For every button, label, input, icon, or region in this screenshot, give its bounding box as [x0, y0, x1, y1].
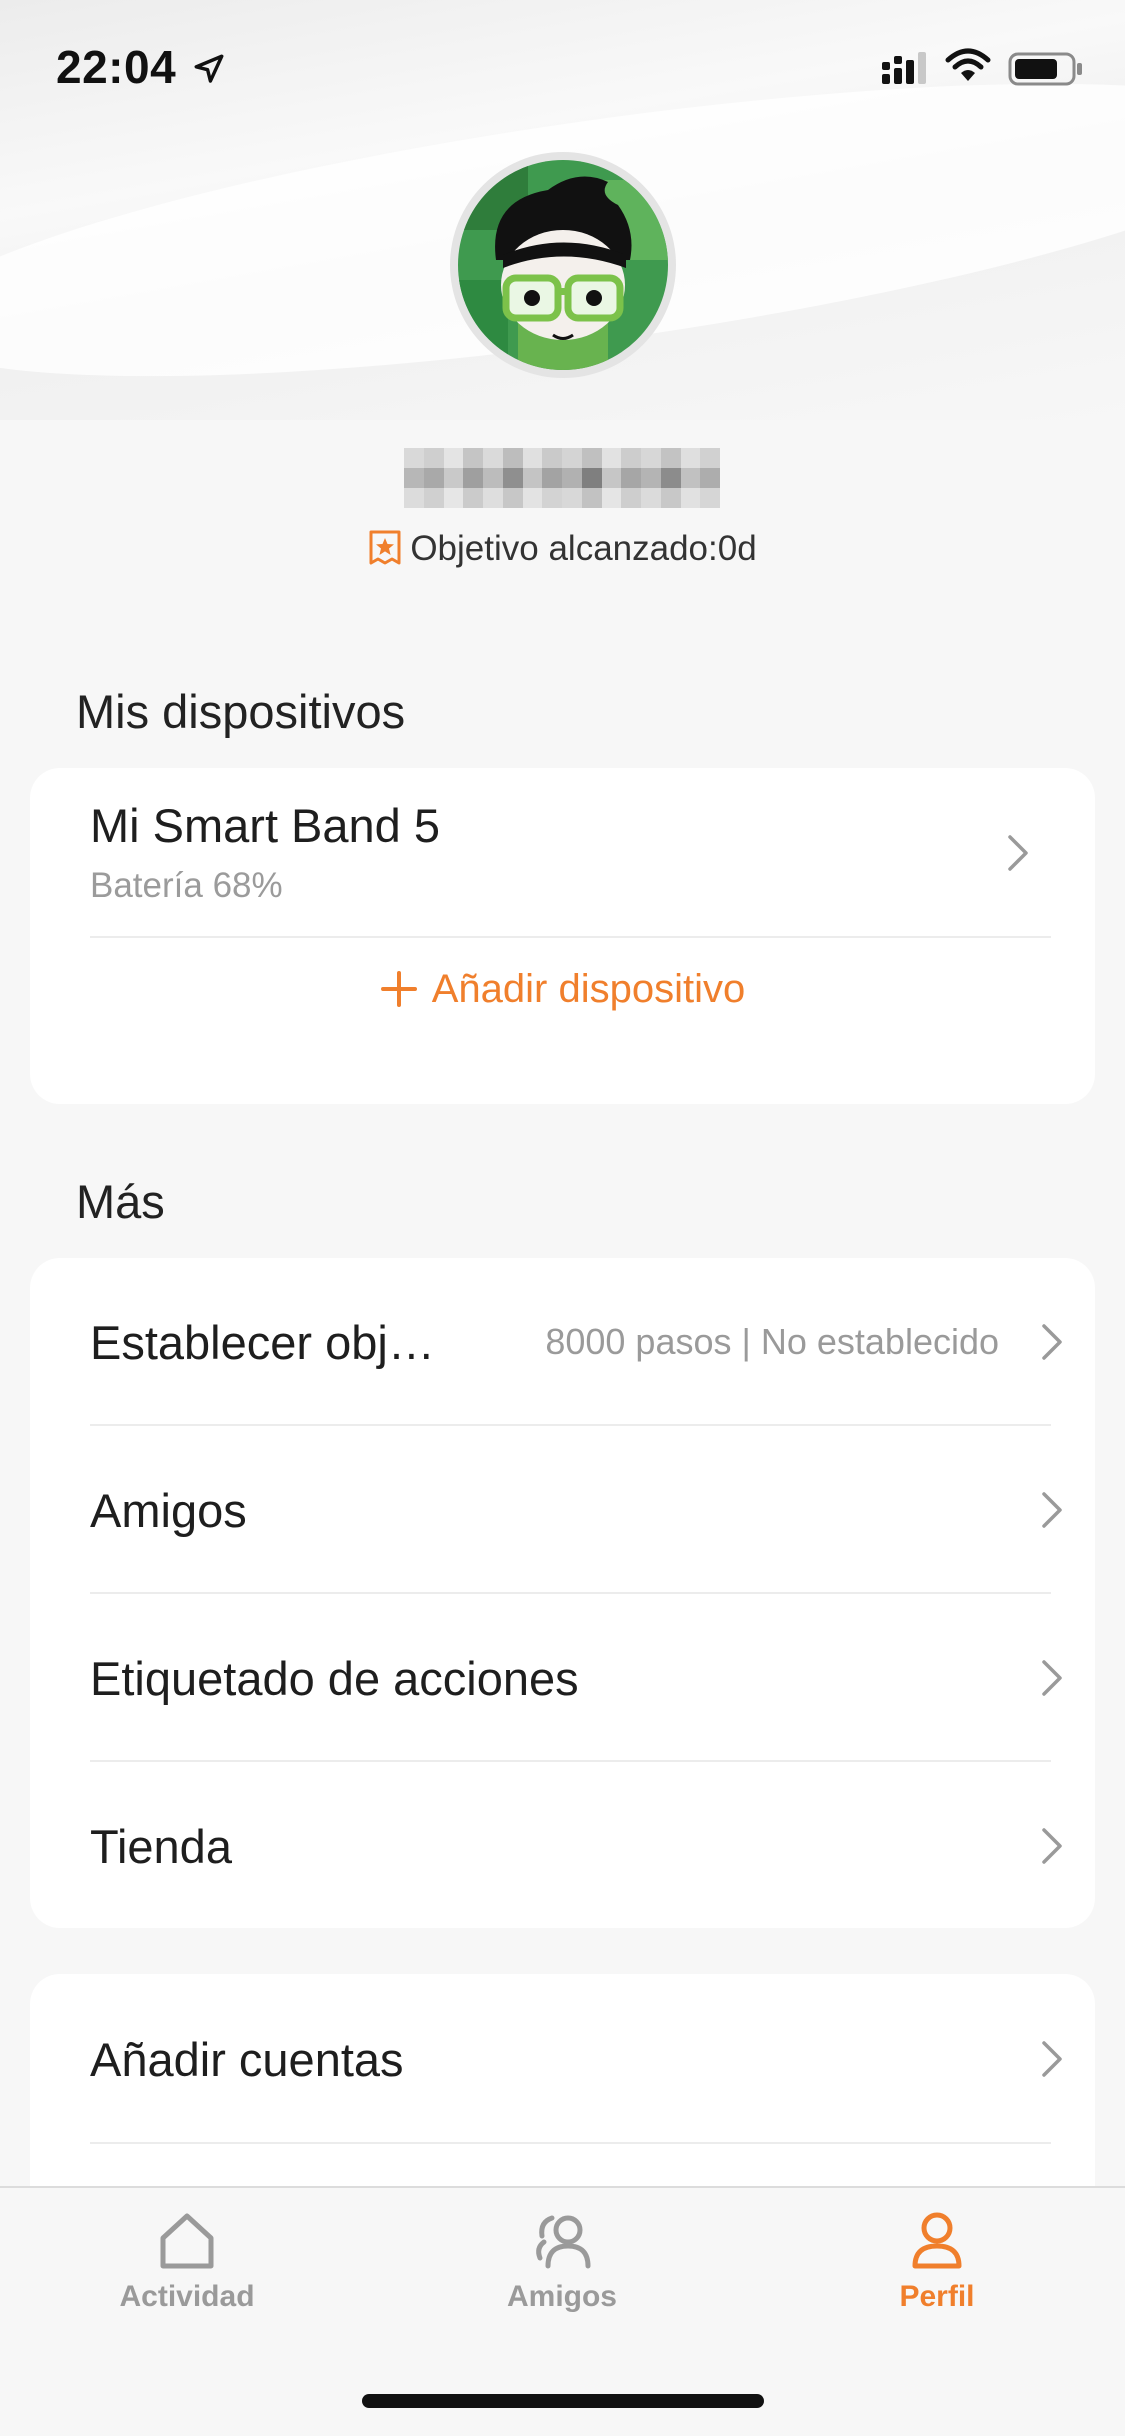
tab-friends-label: Amigos [506, 2280, 617, 2313]
chevron-right-icon [1042, 1492, 1062, 1528]
action-labeling-label: Etiquetado de acciones [90, 1651, 579, 1705]
store-label: Tienda [90, 1819, 232, 1873]
battery-icon [1008, 52, 1082, 86]
set-goal-label: Establecer obj… [90, 1315, 435, 1369]
add-accounts-label: Añadir cuentas [90, 2032, 404, 2086]
friends-row[interactable]: Amigos [90, 1426, 1065, 1594]
set-goal-row[interactable]: Establecer obj… 8000 pasos | No establec… [90, 1258, 1065, 1426]
home-indicator [362, 2394, 764, 2408]
set-goal-value: 8000 pasos | No establecido [545, 1321, 999, 1362]
goal-badge-icon [369, 530, 401, 565]
divider [90, 2142, 1051, 2144]
avatar[interactable] [450, 152, 676, 378]
chevron-right-icon [1042, 2041, 1062, 2077]
profile-icon [912, 2212, 962, 2269]
devices-section-title: Mis dispositivos [76, 685, 406, 738]
status-bar: 22:04 [0, 0, 1125, 140]
avatar-image [458, 160, 668, 370]
add-device-label: Añadir dispositivo [431, 966, 746, 1011]
goal-achieved-text: Objetivo alcanzado:0d [410, 529, 757, 568]
wifi-icon [945, 48, 991, 81]
friends-icon [536, 2215, 591, 2269]
username-obscured [404, 448, 720, 508]
devices-card: Mi Smart Band 5 Batería 68% Añadir dispo… [30, 768, 1095, 1104]
tab-activity[interactable]: Actividad [87, 2208, 287, 2328]
divider [90, 936, 1051, 938]
friends-label: Amigos [90, 1483, 247, 1537]
device-name: Mi Smart Band 5 [90, 799, 441, 852]
chevron-right-icon [1042, 1828, 1062, 1864]
location-arrow-icon [194, 54, 224, 83]
more-card: Establecer obj… 8000 pasos | No establec… [30, 1258, 1095, 1928]
tab-activity-label: Actividad [119, 2280, 255, 2313]
profile-screen: 22:04 Objetivo alcanzado:0d Mis disposit… [0, 0, 1125, 2436]
more-section-title: Más [76, 1175, 165, 1228]
chevron-right-icon [1042, 1324, 1062, 1360]
signal-icon [882, 52, 926, 84]
tab-friends[interactable]: Amigos [462, 2208, 662, 2328]
chevron-right-icon [1042, 1660, 1062, 1696]
chevron-right-icon [1008, 835, 1028, 871]
add-accounts-row[interactable]: Añadir cuentas [90, 1974, 1065, 2144]
status-time: 22:04 [56, 41, 177, 93]
plus-icon [380, 971, 417, 1007]
device-battery: Batería 68% [90, 866, 283, 905]
device-row[interactable]: Mi Smart Band 5 Batería 68% [30, 768, 1095, 936]
store-row[interactable]: Tienda [90, 1762, 1065, 1930]
action-labeling-row[interactable]: Etiquetado de acciones [90, 1594, 1065, 1762]
goal-achieved-row: Objetivo alcanzado:0d [0, 524, 1125, 574]
add-device-button[interactable]: Añadir dispositivo [30, 954, 1095, 1024]
tab-profile-label: Perfil [899, 2280, 975, 2313]
home-icon [160, 2213, 214, 2269]
tab-profile[interactable]: Perfil [837, 2208, 1037, 2328]
